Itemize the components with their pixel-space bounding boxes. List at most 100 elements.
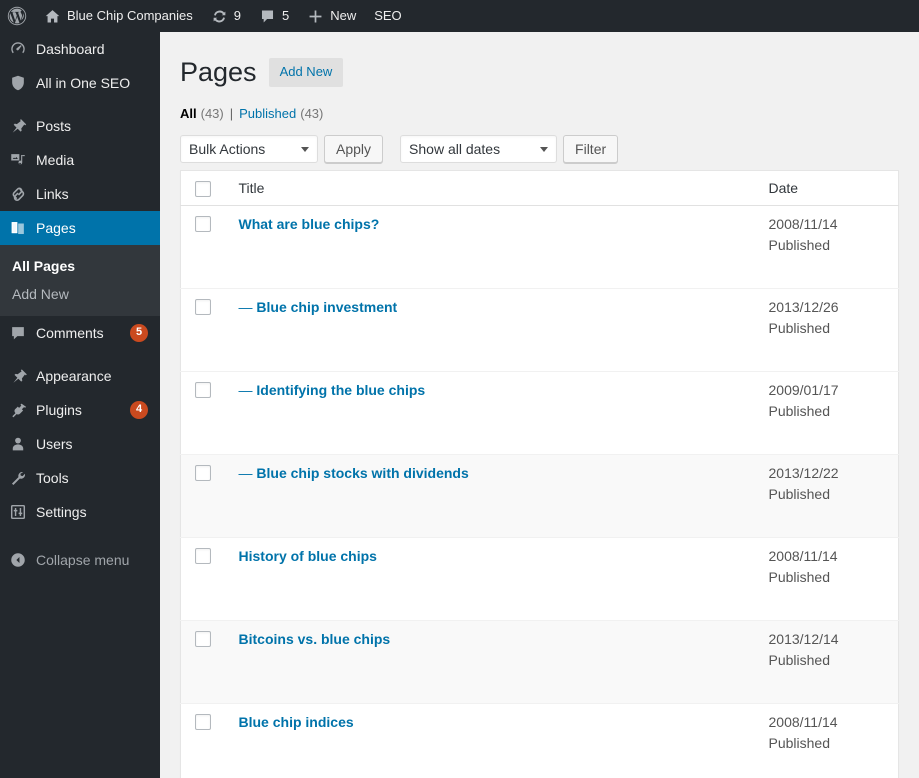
sidebar-item-label: Users xyxy=(36,436,73,452)
row-select-cell xyxy=(180,537,229,621)
sidebar-item-media[interactable]: Media xyxy=(0,143,160,177)
wrench-icon xyxy=(0,469,36,487)
sliders-icon xyxy=(0,503,36,521)
row-select-checkbox[interactable] xyxy=(195,714,211,730)
collapse-menu-button[interactable]: Collapse menu xyxy=(0,543,160,577)
views-divider-label: | xyxy=(229,106,234,121)
row-date-cell: 2013/12/26 Published xyxy=(758,288,899,372)
dashboard-icon xyxy=(0,40,36,58)
seo-menu-button[interactable]: SEO xyxy=(365,0,410,32)
pages-icon xyxy=(0,219,36,237)
child-page-dash: — xyxy=(238,299,257,315)
sidebar-item-settings[interactable]: Settings xyxy=(0,495,160,529)
table-row: — Blue chip investment 2013/12/26 Publishe… xyxy=(180,288,899,372)
view-all-label[interactable]: All xyxy=(180,106,197,121)
filter-button[interactable]: Filter xyxy=(563,135,619,163)
row-select-checkbox[interactable] xyxy=(195,216,211,232)
new-content-button[interactable]: New xyxy=(298,0,365,32)
row-date-cell: 2013/12/14 Published xyxy=(758,620,899,704)
row-date: 2009/01/17 xyxy=(768,382,839,398)
row-title-cell: Bitcoins vs. blue chips xyxy=(228,620,759,704)
menu-separator xyxy=(0,100,160,109)
page-title-link[interactable]: Identifying the blue chips xyxy=(256,382,425,398)
sidebar-item-all-in-one-seo[interactable]: All in One SEO xyxy=(0,66,160,100)
select-all-checkbox[interactable] xyxy=(195,181,211,197)
sidebar-item-label: Dashboard xyxy=(36,41,105,57)
views-divider: | xyxy=(224,106,239,121)
table-row: Blue chip indices 2008/11/14 Published xyxy=(180,703,899,778)
row-select-checkbox[interactable] xyxy=(195,548,211,564)
updates-button[interactable]: 9 xyxy=(202,0,250,32)
chevron-left-circle-icon xyxy=(0,551,36,569)
site-name-label: Blue Chip Companies xyxy=(67,8,193,23)
sidebar-item-label: Tools xyxy=(36,470,69,486)
row-select-cell xyxy=(180,703,229,778)
view-published-label[interactable]: Published xyxy=(239,106,296,121)
row-select-cell xyxy=(180,371,229,455)
sidebar-item-posts[interactable]: Posts xyxy=(0,109,160,143)
child-page-dash: — xyxy=(238,465,257,481)
table-head: Title Date xyxy=(180,170,899,206)
updates-count: 9 xyxy=(233,8,241,23)
date-column-header[interactable]: Date xyxy=(758,170,899,206)
row-title-cell: — Identifying the blue chips xyxy=(228,371,759,455)
media-icon xyxy=(0,151,36,169)
sidebar-item-users[interactable]: Users xyxy=(0,427,160,461)
table-row: History of blue chips 2008/11/14 Published xyxy=(180,537,899,621)
row-title-cell: What are blue chips? xyxy=(229,206,759,289)
sidebar-item-label: Settings xyxy=(36,504,87,520)
site-name-button[interactable]: Blue Chip Companies xyxy=(35,0,202,32)
title-column-header[interactable]: Title xyxy=(228,170,759,206)
row-select-checkbox[interactable] xyxy=(195,382,211,398)
view-all[interactable]: All (43) xyxy=(180,106,224,121)
updates-icon xyxy=(211,8,228,25)
row-select-cell xyxy=(180,288,229,372)
table-row: — Identifying the blue chips 2009/01/17 Pu… xyxy=(180,371,899,455)
row-date-cell: 2009/01/17 Published xyxy=(758,371,899,455)
row-date-cell: 2008/11/14 Published xyxy=(758,703,899,778)
page-title-link[interactable]: Blue chip investment xyxy=(256,299,397,315)
row-status: Published xyxy=(768,569,831,585)
sidebar-item-plugins[interactable]: Plugins 4 xyxy=(0,393,160,427)
page-title-link[interactable]: Bitcoins vs. blue chips xyxy=(239,631,391,647)
sidebar-submenu-item-all-pages[interactable]: All Pages xyxy=(0,252,160,280)
shield-icon xyxy=(0,74,36,92)
sidebar-item-tools[interactable]: Tools xyxy=(0,461,160,495)
sidebar-item-appearance[interactable]: Appearance xyxy=(0,359,160,393)
row-date-cell: 2008/11/14 Published xyxy=(758,537,899,621)
bulk-actions-select[interactable]: Bulk Actions xyxy=(180,135,318,163)
view-published[interactable]: Published (43) xyxy=(239,106,323,121)
date-filter-wrapper: Show all dates xyxy=(400,135,558,163)
row-date-cell: 2013/12/22 Published xyxy=(758,454,899,538)
page-title-link[interactable]: Blue chip stocks with dividends xyxy=(256,465,468,481)
page-title-link[interactable]: History of blue chips xyxy=(239,548,377,564)
row-select-cell xyxy=(181,206,229,289)
row-title-cell: History of blue chips xyxy=(228,537,759,621)
pin-icon xyxy=(0,117,36,135)
wordpress-logo-button[interactable] xyxy=(0,0,35,32)
row-select-checkbox[interactable] xyxy=(195,465,211,481)
sidebar-submenu-item-add-new[interactable]: Add New xyxy=(0,280,160,308)
page-title-link[interactable]: What are blue chips? xyxy=(239,216,380,232)
comments-button[interactable]: 5 xyxy=(250,0,298,32)
plugins-count-badge: 4 xyxy=(130,401,148,419)
apply-button[interactable]: Apply xyxy=(324,135,384,163)
row-status: Published xyxy=(768,735,831,751)
plugin-icon xyxy=(0,401,36,419)
date-filter-select[interactable]: Show all dates xyxy=(400,135,558,163)
sidebar-item-pages[interactable]: Pages xyxy=(0,211,168,245)
row-title-cell: Blue chip indices xyxy=(228,703,759,778)
page-header: Pages Add New xyxy=(180,54,899,90)
view-published-count: (43) xyxy=(300,106,324,121)
page-title-link[interactable]: Blue chip indices xyxy=(239,714,354,730)
child-page-dash: — xyxy=(238,382,257,398)
sidebar-item-links[interactable]: Links xyxy=(0,177,160,211)
row-select-checkbox[interactable] xyxy=(195,631,211,647)
sidebar-item-dashboard[interactable]: Dashboard xyxy=(0,32,160,66)
sidebar-item-label: All in One SEO xyxy=(36,75,131,91)
home-icon xyxy=(44,8,61,25)
add-new-page-button[interactable]: Add New xyxy=(268,57,344,87)
collapse-menu-label: Collapse menu xyxy=(36,552,130,568)
row-select-checkbox[interactable] xyxy=(195,299,211,315)
sidebar-item-comments[interactable]: Comments 5 xyxy=(0,316,160,350)
